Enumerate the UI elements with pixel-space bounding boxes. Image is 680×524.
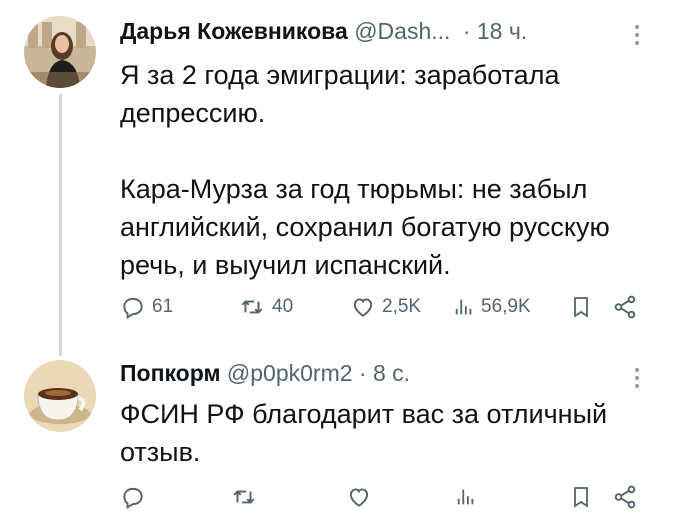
retweet-button[interactable] xyxy=(230,484,258,510)
tweet-2-text: ФСИН РФ благодарит вас за отличный отзыв… xyxy=(120,399,608,467)
like-icon xyxy=(353,298,373,317)
like-button[interactable]: 2,5K xyxy=(350,294,421,320)
more-icon[interactable] xyxy=(634,25,640,49)
views-count: 56,9K xyxy=(481,296,531,317)
share-icon xyxy=(614,485,636,509)
tweet-1-text: Я за 2 года эмиграции: заработала депрес… xyxy=(120,60,610,280)
retweet-count: 40 xyxy=(272,296,294,317)
tweet-2-header: Попкорм @p0pk0rm2 · 8 с. xyxy=(120,360,410,387)
reply-button[interactable] xyxy=(120,484,146,510)
avatar-darya[interactable] xyxy=(24,16,96,88)
retweet-button[interactable]: 40 xyxy=(238,294,293,320)
thread-line xyxy=(59,94,62,356)
author-handle[interactable]: @p0pk0rm2 xyxy=(227,360,353,386)
reply-count: 61 xyxy=(152,296,174,317)
author-name[interactable]: Дарья Кожевникова xyxy=(120,18,348,44)
share-icon xyxy=(614,295,636,319)
author-name[interactable]: Попкорм xyxy=(120,360,221,386)
reply-button[interactable]: 61 xyxy=(120,294,173,320)
timestamp[interactable]: 8 с. xyxy=(373,360,410,386)
author-handle[interactable]: @Dash... xyxy=(354,18,450,44)
tweet-2-actions xyxy=(120,484,640,514)
views-button[interactable]: 56,9K xyxy=(453,294,531,320)
bookmark-button[interactable] xyxy=(569,294,593,320)
reply-icon xyxy=(123,487,143,510)
like-button[interactable] xyxy=(346,484,372,510)
timestamp[interactable]: 18 ч. xyxy=(477,18,527,44)
separator-dot: · xyxy=(462,18,471,44)
bookmark-icon xyxy=(574,487,588,508)
like-count: 2,5K xyxy=(382,296,422,317)
retweet-icon xyxy=(241,300,263,314)
views-button[interactable] xyxy=(455,484,477,510)
bookmark-button[interactable] xyxy=(569,484,593,510)
tweet-1-actions: 61 40 2,5K 56,9K xyxy=(120,294,640,324)
tweet-1-header: Дарья Кожевникова @Dash... · 18 ч. xyxy=(120,18,527,45)
retweet-icon xyxy=(233,490,255,504)
bookmark-icon xyxy=(574,297,588,318)
share-button[interactable] xyxy=(612,294,638,320)
share-button[interactable] xyxy=(612,484,638,510)
like-icon xyxy=(349,488,369,507)
reply-icon xyxy=(123,297,143,320)
views-icon xyxy=(457,489,474,505)
avatar-popkorm[interactable] xyxy=(24,360,96,432)
views-icon xyxy=(455,299,472,315)
more-icon[interactable] xyxy=(634,368,640,392)
separator-dot: · xyxy=(358,360,367,386)
